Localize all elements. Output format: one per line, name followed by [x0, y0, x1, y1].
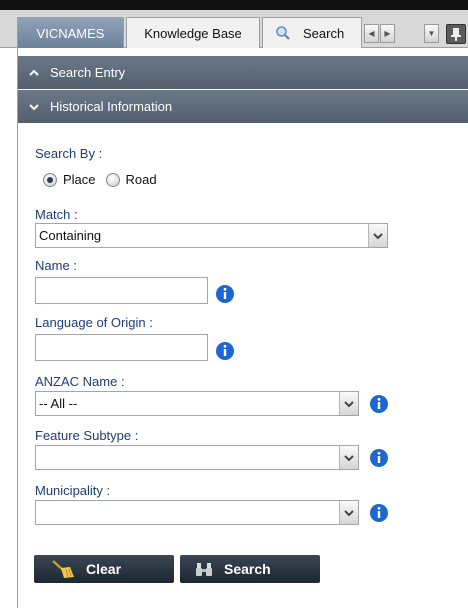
accordion-historical-information[interactable]: Historical Information	[18, 90, 468, 123]
radio-road[interactable]	[105, 172, 120, 187]
feature-subtype-label: Feature Subtype :	[35, 428, 139, 443]
pin-button[interactable]	[446, 24, 466, 44]
radio-place-label: Place	[63, 172, 96, 187]
side-panel: Search Entry Historical Information Sear…	[17, 48, 468, 608]
language-input[interactable]	[35, 334, 208, 361]
tab-scroll-right-button[interactable]: ▶	[380, 24, 395, 43]
municipality-select[interactable]	[35, 500, 359, 525]
search-button-label: Search	[224, 561, 271, 577]
chevron-down-icon	[29, 103, 39, 110]
accordion-label: Search Entry	[50, 65, 126, 80]
radio-place[interactable]	[43, 172, 57, 187]
info-icon[interactable]	[369, 503, 389, 523]
anzac-selected-value: -- All --	[39, 396, 78, 411]
tab-label: Search	[303, 25, 345, 41]
municipality-label: Municipality :	[35, 483, 111, 498]
anzac-select[interactable]: -- All --	[35, 391, 359, 416]
name-input[interactable]	[35, 277, 208, 304]
search-by-label: Search By :	[35, 146, 103, 161]
magnifier-icon	[276, 26, 290, 40]
tab-scroll-left-button[interactable]: ◀	[364, 24, 379, 43]
match-selected-value: Containing	[39, 228, 102, 243]
tab-vicnames[interactable]: VICNAMES	[17, 17, 124, 48]
search-by-radio-group: Place Road	[43, 172, 167, 187]
broom-icon	[52, 560, 74, 578]
info-icon[interactable]	[369, 448, 389, 468]
anzac-label: ANZAC Name :	[35, 374, 125, 389]
dropdown-arrow-icon	[339, 501, 358, 524]
tab-list-dropdown-button[interactable]: ▼	[424, 24, 439, 43]
accordion-label: Historical Information	[50, 99, 173, 114]
name-label: Name :	[35, 258, 77, 273]
match-label: Match :	[35, 207, 78, 222]
dropdown-arrow-icon	[339, 392, 358, 415]
dropdown-arrow-icon	[339, 446, 358, 469]
clear-button-label: Clear	[86, 561, 122, 577]
info-icon[interactable]	[215, 341, 235, 361]
info-icon[interactable]	[215, 284, 235, 304]
arrow-right-icon: ▶	[384, 29, 391, 38]
tab-label: VICNAMES	[36, 25, 105, 41]
dropdown-arrow-icon	[368, 224, 387, 247]
tab-label: Knowledge Base	[144, 25, 242, 41]
radio-road-label: Road	[125, 172, 157, 187]
accordion-search-entry[interactable]: Search Entry	[18, 56, 468, 89]
tab-search[interactable]: Search	[262, 17, 362, 48]
info-icon[interactable]	[369, 394, 389, 414]
search-button[interactable]: Search	[180, 555, 320, 583]
language-label: Language of Origin :	[35, 315, 153, 330]
tab-strip: VICNAMES Knowledge Base Search ◀ ▶ ▼	[0, 10, 468, 48]
chevron-down-icon: ▼	[427, 29, 436, 38]
match-select[interactable]: Containing	[35, 223, 388, 248]
chevron-up-icon	[29, 69, 39, 76]
binoculars-icon	[196, 563, 212, 576]
tab-knowledge-base[interactable]: Knowledge Base	[126, 17, 260, 48]
pin-icon	[451, 28, 461, 41]
feature-subtype-select[interactable]	[35, 445, 359, 470]
arrow-left-icon: ◀	[368, 29, 375, 38]
clear-button[interactable]: Clear	[34, 555, 174, 583]
